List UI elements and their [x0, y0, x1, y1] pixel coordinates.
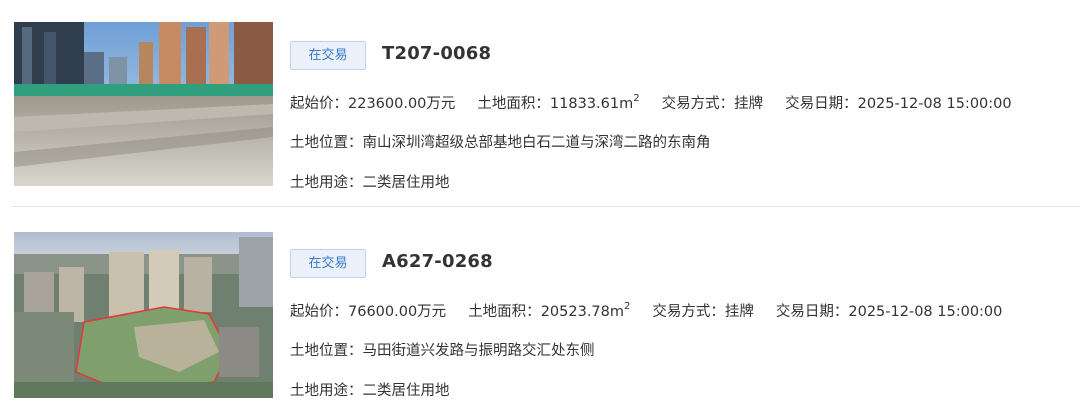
start-price-value: 76600.00万元 [348, 304, 447, 320]
status-badge: 在交易 [290, 41, 366, 70]
listing-info: 在交易 A627-0268 起始价：76600.00万元 土地面积：20523.7… [290, 246, 1080, 399]
listing-card: 在交易 A627-0268 起始价：76600.00万元 土地面积：20523.7… [0, 208, 1080, 399]
trade-date-field: 交易日期：2025-12-08 15:00:00 [785, 92, 1012, 113]
land-location-value: 南山深圳湾超级总部基地白石二道与深湾二路的东南角 [362, 135, 711, 151]
listing-header: 在交易 A627-0268 [290, 246, 1080, 278]
listing-code-link[interactable]: T207-0068 [382, 43, 491, 64]
land-usage-label: 土地用途： [290, 383, 363, 399]
listing-photo[interactable] [14, 22, 273, 186]
trade-method-field: 交易方式：挂牌 [662, 92, 764, 113]
trade-method-value: 挂牌 [734, 96, 764, 112]
listing-summary-row: 起始价：76600.00万元 土地面积：20523.78m2 交易方式：挂牌 交易日期… [290, 300, 1002, 321]
trade-method-value: 挂牌 [724, 304, 754, 320]
listing-header: 在交易 T207-0068 [290, 38, 1080, 70]
site-photo-image [14, 232, 273, 398]
listing-info: 在交易 T207-0068 起始价：223600.00万元 土地面积：11833.… [290, 38, 1080, 191]
land-area-value: 11833.61m [549, 96, 634, 112]
start-price-field: 起始价：76600.00万元 [290, 300, 446, 321]
land-location-row: 土地位置：南山深圳湾超级总部基地白石二道与深湾二路的东南角 [290, 131, 711, 152]
land-location-label: 土地位置： [290, 343, 363, 359]
start-price-field: 起始价：223600.00万元 [290, 92, 455, 113]
listing-code-link[interactable]: A627-0268 [382, 251, 493, 272]
land-listing-list: 在交易 T207-0068 起始价：223600.00万元 土地面积：11833.… [0, 0, 1080, 415]
land-usage-row: 土地用途：二类居住用地 [290, 379, 450, 400]
trade-date-value: 2025-12-08 15:00:00 [848, 304, 1003, 320]
trade-date-value: 2025-12-08 15:00:00 [857, 96, 1012, 112]
area-unit-superscript: 2 [624, 301, 631, 313]
land-usage-value: 二类居住用地 [362, 175, 450, 191]
land-area-value: 20523.78m [540, 304, 624, 320]
trade-method-label: 交易方式： [661, 96, 735, 112]
site-photo-image [14, 22, 273, 186]
land-area-field: 土地面积：20523.78m2 [468, 300, 630, 321]
trade-date-field: 交易日期：2025-12-08 15:00:00 [776, 300, 1003, 321]
listing-divider [12, 206, 1080, 207]
trade-method-label: 交易方式： [652, 304, 725, 320]
trade-date-label: 交易日期： [785, 96, 858, 112]
area-unit-superscript: 2 [633, 93, 640, 105]
land-usage-value: 二类居住用地 [362, 383, 450, 399]
start-price-label: 起始价： [290, 304, 348, 320]
land-location-label: 土地位置： [290, 135, 363, 151]
status-badge: 在交易 [290, 249, 366, 278]
listing-card: 在交易 T207-0068 起始价：223600.00万元 土地面积：11833.… [0, 0, 1080, 191]
land-location-row: 土地位置：马田街道兴发路与振明路交汇处东侧 [290, 339, 595, 360]
land-location-value: 马田街道兴发路与振明路交汇处东侧 [362, 343, 595, 359]
land-area-field: 土地面积：11833.61m2 [477, 92, 639, 113]
trade-date-label: 交易日期： [775, 304, 849, 320]
listing-photo[interactable] [14, 232, 273, 398]
land-area-label: 土地面积： [468, 304, 541, 320]
start-price-value: 223600.00万元 [348, 96, 456, 112]
start-price-label: 起始价： [290, 96, 348, 112]
listing-summary-row: 起始价：223600.00万元 土地面积：11833.61m2 交易方式：挂牌 交易日… [290, 92, 1012, 113]
land-usage-label: 土地用途： [290, 175, 363, 191]
land-area-label: 土地面积： [477, 96, 550, 112]
land-usage-row: 土地用途：二类居住用地 [290, 171, 450, 192]
trade-method-field: 交易方式：挂牌 [652, 300, 754, 321]
